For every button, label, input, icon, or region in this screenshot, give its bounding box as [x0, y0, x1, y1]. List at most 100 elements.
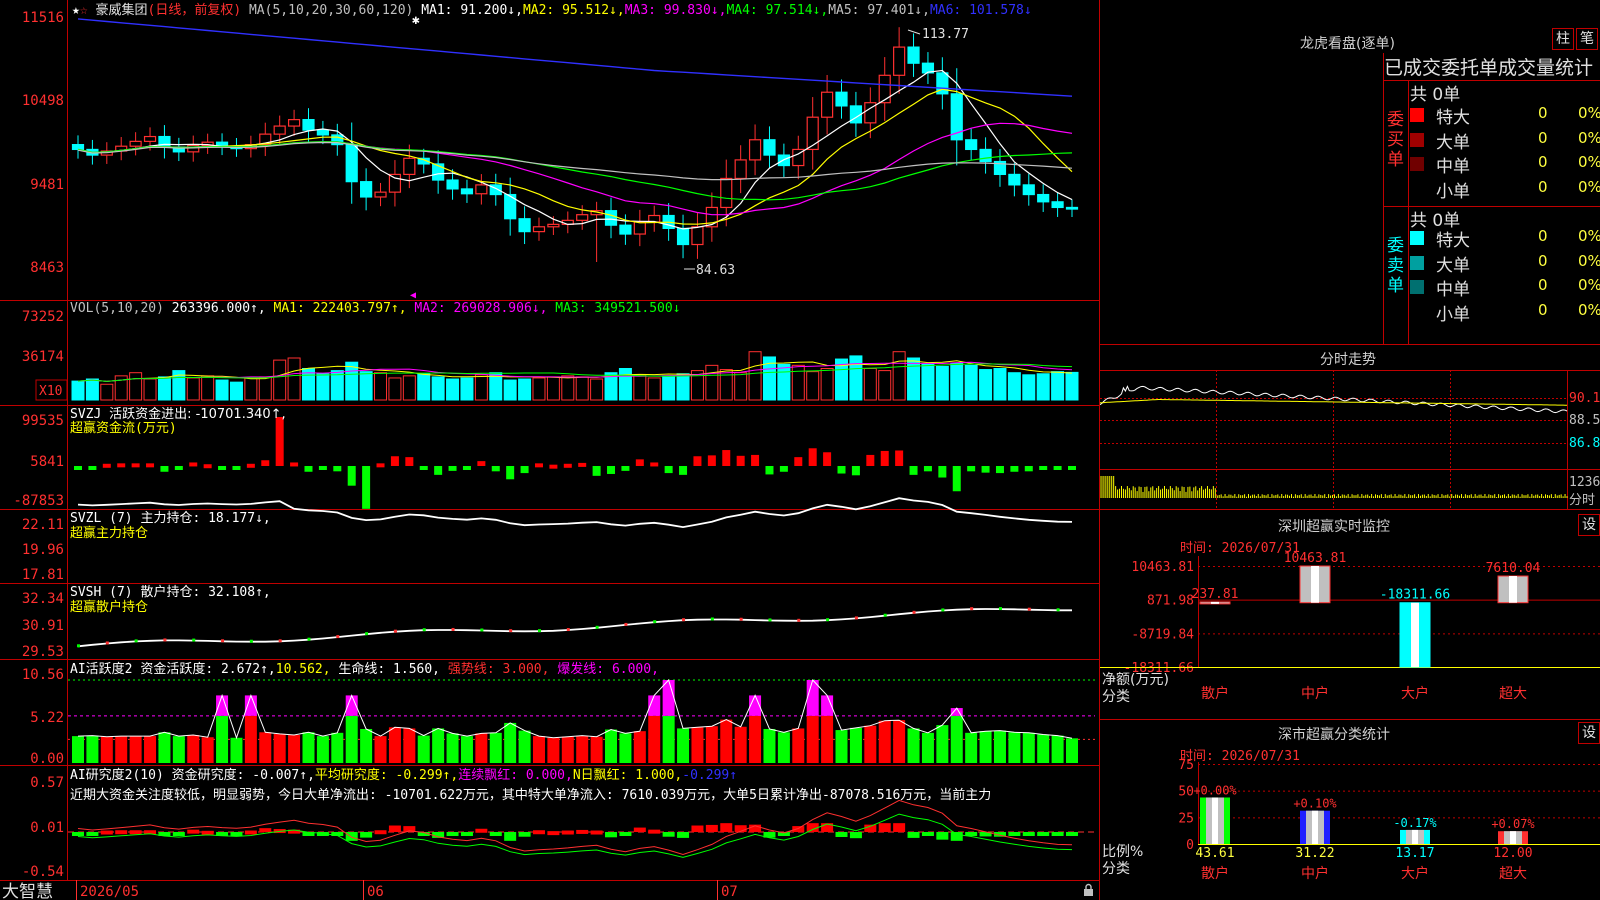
ai-active-item: 强势线: 3.000, [448, 661, 550, 677]
research-bar [1051, 832, 1064, 836]
svsh-y-label: 30.91 [22, 618, 64, 634]
technical-chart-area[interactable]: 11516 10498 9481 8463 73252 36174 99535 … [0, 0, 1100, 900]
candle-body [604, 210, 618, 226]
research-line [77, 799, 1073, 856]
sz-monitor-settings-button[interactable]: 设 [1578, 514, 1600, 536]
sz-class-title: 深市超赢分类统计 [1278, 727, 1390, 743]
activity-bar [86, 735, 99, 763]
fund-flow-bar [362, 466, 371, 509]
monitor-value-label: 237.81 [1192, 587, 1239, 602]
research-bar [619, 832, 632, 836]
fund-flow-bar [693, 456, 702, 466]
candle-body [748, 139, 762, 161]
activity-bar [1037, 734, 1050, 763]
retail-dot [768, 618, 772, 622]
sell-row: 大单 0 0% [1410, 251, 1600, 276]
fund-flow-bar [578, 462, 587, 467]
class-change-label: -0.17% [1393, 816, 1437, 830]
candle-body [316, 129, 329, 136]
candle-body [965, 139, 978, 151]
activity-bar [201, 737, 214, 763]
svzj-y-label: 5841 [30, 454, 64, 470]
volume-bar [201, 375, 215, 401]
class-y-label: 75 [1178, 758, 1194, 773]
volume-bar [359, 371, 373, 401]
research-bar [950, 832, 963, 841]
volume-bar [1051, 371, 1065, 401]
activity-bar [230, 737, 243, 763]
event-marker-icon[interactable]: ✱ [412, 13, 420, 28]
fund-flow-bar [592, 466, 601, 476]
tick-mode-button[interactable]: 笔 [1576, 28, 1598, 50]
activity-bar [360, 728, 373, 763]
research-bar [374, 830, 387, 835]
sell-label: 特大 [1436, 231, 1470, 251]
average-line [1100, 399, 1567, 406]
activity-bar [1051, 735, 1064, 763]
ai-active-item: 10.562, [276, 662, 331, 677]
timeshare-chart[interactable]: 90.15 88.50 86.85 12368 分时 [1100, 370, 1600, 510]
svzj-header: SVZJ 活跃资金进出: -10701.340↑, [70, 406, 286, 422]
ma2-line [77, 88, 1073, 225]
vol-marker-icon: ◀ [410, 290, 416, 301]
fund-flow-bar [462, 466, 471, 470]
tab-filled[interactable]: 已成交 [1384, 57, 1441, 79]
tab-volume-stats[interactable]: 成交量统计 [1498, 57, 1593, 79]
volume-bar [100, 383, 114, 401]
fund-flow-bar [679, 466, 688, 475]
fund-flow-bar [635, 459, 644, 466]
panel-borders [0, 0, 1100, 900]
activity-bar [172, 736, 185, 763]
volume-bar [1036, 373, 1050, 401]
activity-bar [907, 728, 920, 763]
star-outline-icon: ☆ [80, 3, 88, 18]
svsh-desc: 散户持仓: 32.108↑, [140, 584, 270, 600]
svzj-y-label: -87853 [13, 493, 64, 509]
date-ticks [76, 880, 718, 900]
tab-orders[interactable]: 委托单 [1441, 57, 1498, 79]
fund-flow-bar [751, 454, 760, 466]
activity-bar [504, 722, 517, 763]
volume-bar [734, 372, 748, 401]
fund-flow-bar [1039, 466, 1048, 470]
candle-body [374, 191, 387, 198]
sz-class-chart: 时间: 2026/07/3175 50 25 0 比例%分类 +0.00% 43.61 散户 +… [1102, 749, 1600, 882]
bar-mode-button[interactable]: 柱 [1552, 28, 1574, 50]
retail-dot [365, 632, 369, 636]
activity-bar [835, 730, 848, 763]
volume-bar [1022, 374, 1036, 401]
volume-bar [748, 351, 762, 401]
class-y-label: 25 [1178, 811, 1194, 826]
fund-flow-bar [203, 464, 212, 469]
candle-body [691, 226, 704, 246]
activity-bar [720, 719, 733, 763]
ts-y-label: 86.85 [1569, 436, 1600, 451]
vol-value: 263396.000↑, [172, 301, 266, 316]
retail-position-line [77, 608, 1072, 648]
fund-flow-bar [275, 417, 284, 466]
fund-flow-bar [549, 464, 558, 469]
research-bar [86, 832, 99, 836]
sz-class-settings-button[interactable]: 设 [1578, 722, 1600, 744]
fund-flow-bar [650, 462, 659, 467]
fund-flow-bar [866, 454, 875, 466]
buy-label: 小单 [1436, 181, 1470, 202]
volume-bar [532, 377, 546, 401]
activity-bar [605, 729, 618, 763]
retail-dot [826, 618, 830, 622]
monitor-bar-highlight [1311, 566, 1319, 603]
svsh-y-label: 32.34 [22, 591, 64, 607]
research-bar [460, 832, 473, 836]
candle-body [547, 223, 560, 228]
retail-dot [307, 637, 311, 641]
fund-flow-bar [477, 461, 486, 466]
fund-flow-bar [419, 466, 428, 470]
sell-side-label: 委卖单 [1387, 236, 1404, 296]
sell-label: 中单 [1436, 280, 1470, 300]
retail-dot [739, 617, 743, 621]
research-bar [605, 832, 618, 838]
candle-body [532, 226, 546, 233]
sell-v1: 0 [1538, 227, 1548, 245]
candle-body [1008, 173, 1021, 186]
activity-bar [821, 715, 834, 763]
